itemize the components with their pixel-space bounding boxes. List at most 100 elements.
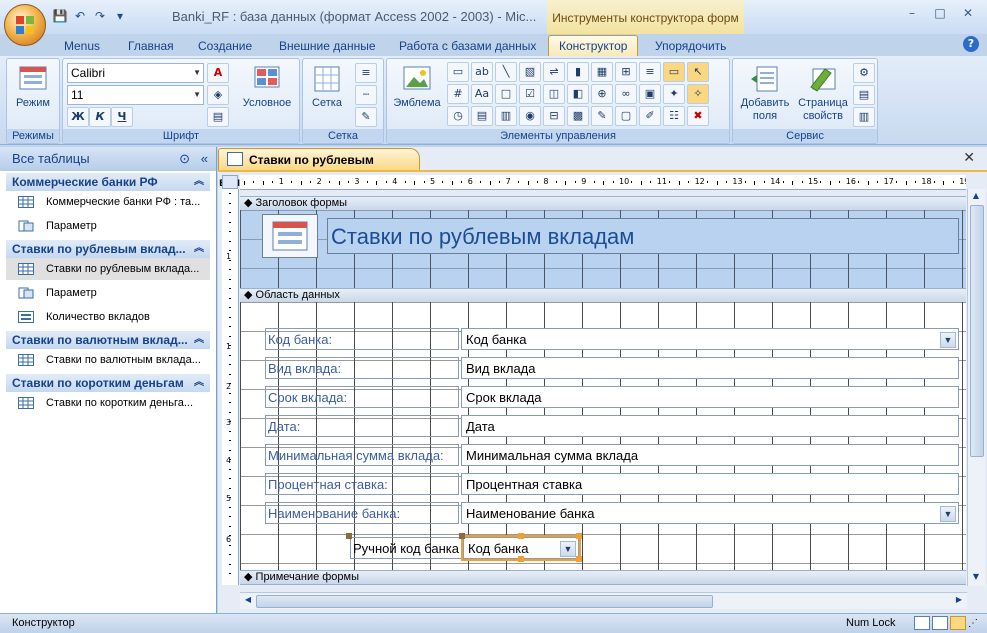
- field-control[interactable]: Дата: [461, 415, 959, 437]
- move-handle[interactable]: [459, 533, 465, 539]
- resize-grip-icon[interactable]: ⋰: [968, 615, 978, 633]
- field-control[interactable]: Вид вклада: [461, 357, 959, 379]
- save-icon[interactable]: 💾: [52, 8, 68, 24]
- fill-control-icon[interactable]: ▣: [639, 84, 661, 104]
- field-label[interactable]: Код банка:: [265, 328, 459, 350]
- underline-button[interactable]: Ч: [111, 107, 133, 127]
- fill-color-icon[interactable]: ◈: [207, 85, 229, 105]
- horizontal-scroll-thumb[interactable]: [256, 595, 713, 608]
- minimize-button[interactable]: –: [899, 4, 925, 22]
- radio-control-icon[interactable]: ◉: [519, 106, 541, 126]
- maximize-button[interactable]: □: [927, 4, 953, 22]
- label-control-icon[interactable]: Aa: [471, 84, 493, 104]
- layout-view-status-icon[interactable]: [932, 616, 948, 630]
- button-control-icon[interactable]: ▢: [615, 106, 637, 126]
- property-sheet-button[interactable]: Страница свойств: [795, 63, 851, 123]
- nav-group-ruble-rates[interactable]: Ставки по рублевым вклад... ︽: [6, 240, 210, 258]
- tab-home[interactable]: Главная: [128, 36, 174, 56]
- vertical-scrollbar[interactable]: ▲ ▼: [967, 189, 985, 586]
- tab-create[interactable]: Создание: [198, 36, 252, 56]
- close-button[interactable]: ✕: [955, 4, 981, 22]
- italic-button[interactable]: К: [89, 107, 111, 127]
- listbox-control-icon[interactable]: ▤: [471, 106, 493, 126]
- tab-arrange[interactable]: Упорядочить: [655, 36, 726, 56]
- vertical-scroll-thumb[interactable]: [970, 205, 984, 457]
- field-label[interactable]: Процентная ставка:: [265, 473, 459, 495]
- checkbox-control-icon[interactable]: ☑: [519, 84, 541, 104]
- code-icon[interactable]: ⚙: [853, 63, 875, 83]
- field-label[interactable]: Минимальная сумма вклада:: [265, 444, 459, 466]
- nav-dropdown-icon[interactable]: ⊙: [179, 147, 190, 171]
- resize-handle[interactable]: [576, 533, 582, 539]
- field-control-combo[interactable]: Код банка ▼: [461, 328, 959, 350]
- nav-item-table-selected[interactable]: Ставки по рублевым вклада...: [6, 258, 210, 280]
- date-control-icon[interactable]: ◷: [447, 106, 469, 126]
- tab-control-icon[interactable]: ⊞: [615, 62, 637, 82]
- field-label[interactable]: Срок вклада:: [265, 386, 459, 408]
- page-number-icon[interactable]: #: [447, 84, 469, 104]
- view-button[interactable]: Режим: [11, 63, 55, 110]
- field-label[interactable]: Наименование банка:: [265, 502, 459, 524]
- field-label[interactable]: Вид вклада:: [265, 357, 459, 379]
- form-title-label[interactable]: Ставки по рублевым вкладам: [327, 218, 959, 254]
- ruler-corner[interactable]: [222, 175, 238, 189]
- resize-handle[interactable]: [518, 533, 524, 539]
- nav-item-form[interactable]: Количество вкладов: [6, 306, 210, 328]
- customize-qat-icon[interactable]: ▾: [112, 8, 128, 24]
- scroll-down-icon[interactable]: ▼: [970, 572, 982, 584]
- tab-design[interactable]: Конструктор: [548, 35, 639, 57]
- tab-external-data[interactable]: Внешние данные: [279, 36, 376, 56]
- chevron-down-icon[interactable]: ▼: [940, 506, 956, 522]
- close-document-icon[interactable]: ✕: [963, 150, 975, 166]
- combobox-control-icon[interactable]: ▥: [495, 106, 517, 126]
- pagebreak-control-icon[interactable]: ⊟: [543, 106, 565, 126]
- resize-handle[interactable]: [576, 556, 582, 562]
- nav-group-commercial-banks[interactable]: Коммерческие банки РФ ︽: [6, 173, 210, 191]
- nav-item-table[interactable]: Ставки по валютным вклада...: [6, 349, 210, 371]
- manual-code-label[interactable]: Ручной код банка: [350, 537, 463, 559]
- align-control-icon[interactable]: ≡: [639, 62, 661, 82]
- image-control-icon[interactable]: ▧: [519, 62, 541, 82]
- tab-database-tools[interactable]: Работа с базами данных: [399, 36, 536, 56]
- line-type-icon[interactable]: ┄: [355, 85, 377, 105]
- horizontal-scrollbar[interactable]: ◀ ▶: [240, 592, 967, 609]
- object-control-icon[interactable]: ◫: [543, 84, 565, 104]
- delete-control-icon[interactable]: ✖: [687, 106, 709, 126]
- magic-wand-icon[interactable]: ✧: [687, 84, 709, 104]
- add-fields-button[interactable]: Добавить поля: [735, 63, 795, 123]
- chevron-down-icon[interactable]: ▼: [940, 332, 956, 348]
- redo-icon[interactable]: ↷: [92, 8, 108, 24]
- scroll-up-icon[interactable]: ▲: [970, 191, 982, 203]
- unbound-object-icon[interactable]: ◧: [567, 84, 589, 104]
- field-control-combo[interactable]: Наименование банка ▼: [461, 502, 959, 524]
- scroll-right-icon[interactable]: ▶: [953, 595, 965, 607]
- form-logo-icon[interactable]: [262, 214, 318, 258]
- design-view-status-icon[interactable]: [950, 616, 966, 630]
- move-handle[interactable]: [346, 533, 352, 539]
- nav-item-table[interactable]: Ставки по коротким деньга...: [6, 392, 210, 414]
- web-control-icon[interactable]: ⊕: [591, 84, 613, 104]
- subform-control-icon[interactable]: ▦: [591, 62, 613, 82]
- grid-button[interactable]: Сетка: [307, 63, 347, 110]
- nav-item-query[interactable]: Параметр: [6, 215, 210, 237]
- scroll-left-icon[interactable]: ◀: [242, 595, 254, 607]
- textbox-control-icon[interactable]: ab: [471, 62, 493, 82]
- document-tab[interactable]: Ставки по рублевым вкладам: [218, 148, 420, 189]
- rectangle-select-icon[interactable]: ▭: [663, 62, 685, 82]
- section-header-bar[interactable]: ◆ Заголовок формы: [240, 196, 966, 211]
- macro-icon[interactable]: ▤: [853, 85, 875, 105]
- rectangle-control-icon[interactable]: □: [495, 84, 517, 104]
- field-label[interactable]: Дата:: [265, 415, 459, 437]
- office-button[interactable]: [4, 4, 46, 46]
- conditional-format-button[interactable]: Условное: [239, 63, 295, 110]
- toggle-control-icon[interactable]: ⇌: [543, 62, 565, 82]
- chart-control-icon[interactable]: ▮: [567, 62, 589, 82]
- pointer-select-icon[interactable]: ↖: [687, 62, 709, 82]
- title-control-icon[interactable]: ▭: [447, 62, 469, 82]
- nav-group-currency-rates[interactable]: Ставки по валютным вклад... ︽: [6, 331, 210, 349]
- help-icon[interactable]: ?: [963, 36, 979, 52]
- nav-group-short-money[interactable]: Ставки по коротким деньгам ︽: [6, 374, 210, 392]
- field-control[interactable]: Срок вклада: [461, 386, 959, 408]
- nav-collapse-icon[interactable]: «: [201, 147, 208, 171]
- font-size-combo[interactable]: 11 ▼: [67, 85, 204, 105]
